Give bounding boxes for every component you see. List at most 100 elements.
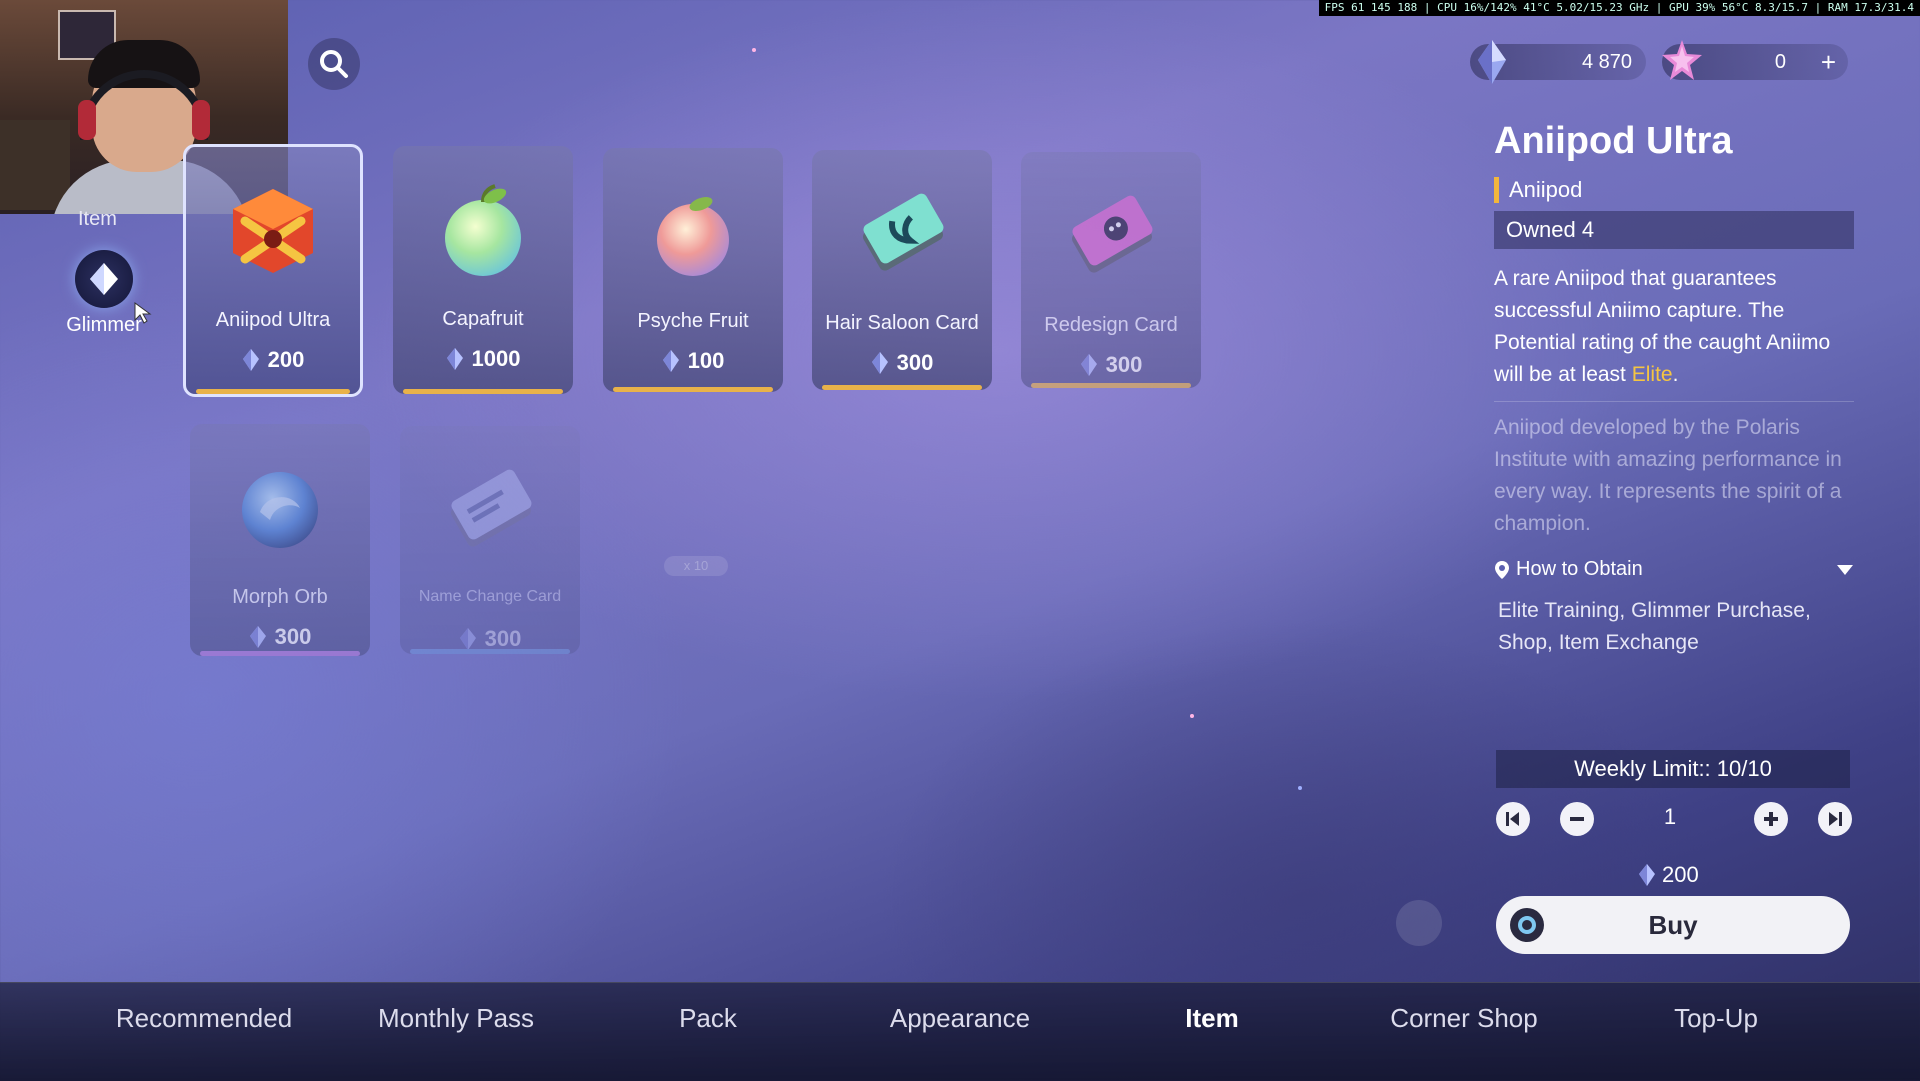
quantity-max-button[interactable] <box>1818 802 1852 836</box>
pink-star-icon <box>1662 40 1702 80</box>
mouse-cursor-icon <box>134 302 152 324</box>
how-to-obtain-toggle[interactable]: How to Obtain <box>1494 558 1854 581</box>
item-name: Redesign Card <box>1044 314 1178 336</box>
item-name: Name Change Card <box>418 588 562 605</box>
item-card-hair-saloon-card[interactable]: Hair Saloon Card 300 <box>812 150 992 390</box>
quantity-min-button[interactable] <box>1496 802 1530 836</box>
tab-appearance[interactable]: Appearance <box>890 983 1030 1053</box>
glimmer-orb-icon <box>75 250 133 308</box>
buy-button[interactable]: Buy <box>1496 896 1850 954</box>
item-card-aniipod-ultra[interactable]: Aniipod Ultra 200 <box>183 144 363 397</box>
category-tab-bar: Recommended Monthly Pass Pack Appearance… <box>0 982 1920 1081</box>
item-price: 1000 <box>393 346 573 372</box>
star-amount: 0 <box>1774 50 1786 73</box>
item-card-redesign-card[interactable]: Redesign Card 300 <box>1021 152 1201 388</box>
item-card-morph-orb[interactable]: Morph Orb 300 <box>190 424 370 656</box>
glimmer-crystal-icon <box>1639 864 1655 886</box>
item-card-psyche-fruit[interactable]: Psyche Fruit 100 <box>603 148 783 392</box>
psyche-fruit-icon <box>657 197 729 276</box>
performance-overlay: FPS 61 145 188 | CPU 16%/142% 41°C 5.02/… <box>1318 0 1920 16</box>
plus-icon <box>1764 812 1778 826</box>
search-icon <box>320 50 348 78</box>
aniipod-ultra-icon <box>233 189 313 273</box>
headset-ear-left <box>78 100 96 140</box>
rating-highlight: Elite <box>1631 363 1673 386</box>
quantity-decrease-button[interactable] <box>1560 802 1594 836</box>
rarity-bar <box>200 651 360 656</box>
item-description: A rare Aniipod that guarantees successfu… <box>1494 263 1854 391</box>
background-shelf <box>0 120 70 210</box>
glimmer-crystal-icon <box>459 628 476 650</box>
total-cost-value: 200 <box>1662 862 1699 887</box>
item-card-capafruit[interactable]: Capafruit 1000 <box>393 146 573 394</box>
item-price-value: 300 <box>1105 352 1143 377</box>
hair-saloon-card-icon <box>863 193 944 271</box>
total-cost: 200 <box>1638 862 1699 888</box>
item-price: 300 <box>1021 352 1201 378</box>
tab-corner-shop[interactable]: Corner Shop <box>1390 983 1537 1053</box>
description-end: . <box>1672 363 1679 386</box>
item-name: Psyche Fruit <box>637 310 749 332</box>
item-price-value: 200 <box>267 347 305 372</box>
skip-to-min-icon <box>1506 812 1519 826</box>
how-to-obtain-label: How to Obtain <box>1516 558 1643 580</box>
item-lore: Aniipod developed by the Polaris Institu… <box>1494 416 1842 535</box>
item-name: Morph Orb <box>232 586 328 608</box>
item-detail-panel: Aniipod Ultra Aniipod Owned 4 A rare Ani… <box>1494 120 1854 659</box>
morph-orb-icon <box>242 472 318 548</box>
tab-item[interactable]: Item <box>1185 983 1238 1053</box>
item-card-name-change-card[interactable]: Name Change Card 300 <box>400 426 580 654</box>
obtain-sources: Elite Training, Glimmer Purchase, Shop, … <box>1498 599 1811 654</box>
sparkle <box>752 48 756 52</box>
redesign-card-icon <box>1072 195 1153 273</box>
glimmer-crystal-icon <box>446 348 463 370</box>
chevron-down-icon <box>1837 564 1853 575</box>
rarity-bar <box>410 649 570 654</box>
weekly-limit: Weekly Limit:: 10/10 <box>1496 750 1850 788</box>
divider <box>1494 401 1854 402</box>
glimmer-crystal-icon <box>242 349 259 371</box>
tab-recommended[interactable]: Recommended <box>116 983 292 1053</box>
sparkle <box>1190 714 1194 718</box>
faded-button <box>1396 900 1442 946</box>
rarity-bar <box>822 385 982 390</box>
item-name: Capafruit <box>442 308 524 330</box>
item-price: 200 <box>186 347 360 373</box>
item-category: Aniipod <box>1494 177 1854 203</box>
glimmer-amount: 4 870 <box>1581 50 1632 73</box>
item-price: 300 <box>190 624 370 650</box>
tab-pack[interactable]: Pack <box>679 983 737 1053</box>
name-change-card-icon <box>451 469 532 547</box>
item-price-value: 300 <box>896 350 934 375</box>
tab-top-up[interactable]: Top-Up <box>1674 983 1758 1053</box>
search-button[interactable] <box>308 38 360 90</box>
rarity-bar <box>1031 383 1191 388</box>
owned-count: Owned 4 <box>1494 211 1854 249</box>
glimmer-crystal-icon <box>1080 354 1097 376</box>
add-currency-button[interactable]: + <box>1821 49 1836 75</box>
item-price-value: 100 <box>687 348 725 373</box>
item-price: 100 <box>603 348 783 374</box>
skip-to-max-icon <box>1829 812 1842 826</box>
headset-ear-right <box>192 100 210 140</box>
quantity-increase-button[interactable] <box>1754 802 1788 836</box>
item-price: 300 <box>812 350 992 376</box>
faded-quantity-badge: x 10 <box>664 556 728 576</box>
sidebar-item-item[interactable]: Item <box>78 208 117 231</box>
item-name: Aniipod Ultra <box>215 309 331 331</box>
glimmer-crystal-icon <box>662 350 679 372</box>
glimmer-crystal-icon <box>1478 40 1506 84</box>
rarity-bar <box>613 387 773 392</box>
minus-icon <box>1570 817 1584 821</box>
glimmer-crystal-icon <box>249 626 266 648</box>
glimmer-crystal-icon <box>871 352 888 374</box>
location-pin-icon <box>1495 560 1509 579</box>
item-detail-title: Aniipod Ultra <box>1494 120 1733 162</box>
glimmer-balance: 4 870 <box>1470 40 1646 84</box>
item-price-value: 300 <box>274 624 312 649</box>
item-name: Hair Saloon Card <box>825 312 979 334</box>
star-balance: 0 + <box>1662 40 1848 80</box>
tab-monthly-pass[interactable]: Monthly Pass <box>378 983 534 1053</box>
buy-label: Buy <box>1648 910 1698 940</box>
quantity-value[interactable]: 1 <box>1660 804 1680 830</box>
